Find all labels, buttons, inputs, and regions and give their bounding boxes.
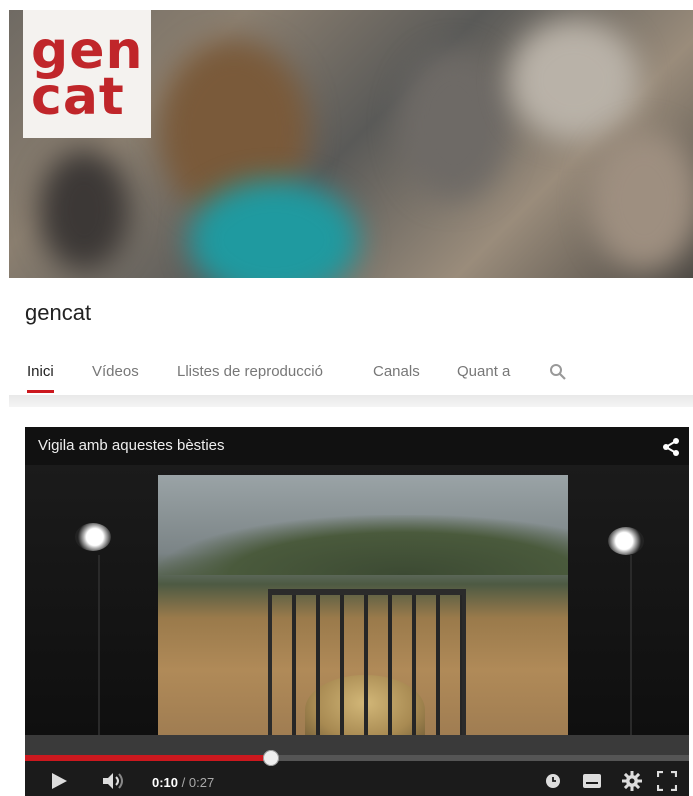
video-player[interactable]: Vigila amb aquestes bèsties 0:10 / 0:27 bbox=[25, 427, 689, 796]
channel-banner: gen cat bbox=[9, 10, 693, 278]
video-title[interactable]: Vigila amb aquestes bèsties bbox=[38, 437, 225, 454]
duration: / 0:27 bbox=[178, 775, 215, 790]
channel-tabs: Inici Vídeos Llistes de reproducció Cana… bbox=[0, 355, 693, 395]
spotlight-right bbox=[608, 527, 644, 555]
player-controls: 0:10 / 0:27 bbox=[25, 750, 689, 796]
video-frame[interactable] bbox=[25, 465, 689, 764]
tabs-divider bbox=[9, 395, 693, 407]
progress-bar[interactable] bbox=[25, 750, 689, 766]
progress-played bbox=[25, 755, 271, 761]
play-icon[interactable] bbox=[49, 771, 69, 791]
tab-videos[interactable]: Vídeos bbox=[92, 363, 139, 390]
clock-icon[interactable] bbox=[545, 773, 561, 789]
fullscreen-icon[interactable] bbox=[657, 771, 677, 791]
gencat-logo[interactable]: gen cat bbox=[23, 10, 151, 138]
gear-icon[interactable] bbox=[622, 771, 642, 791]
current-time: 0:10 bbox=[152, 775, 179, 790]
channel-title: gencat bbox=[25, 300, 92, 325]
logo-line-2: cat bbox=[31, 67, 125, 127]
tab-inici[interactable]: Inici bbox=[27, 363, 54, 393]
volume-icon[interactable] bbox=[101, 772, 127, 790]
captions-icon[interactable] bbox=[583, 774, 601, 788]
progress-scrubber[interactable] bbox=[262, 750, 279, 766]
search-icon[interactable] bbox=[549, 363, 567, 381]
tab-playlists[interactable]: Llistes de reproducció bbox=[177, 363, 323, 390]
share-icon[interactable] bbox=[661, 437, 681, 457]
spotlight-left bbox=[75, 523, 111, 551]
tab-channels[interactable]: Canals bbox=[373, 363, 420, 390]
tab-about[interactable]: Quant a bbox=[457, 363, 510, 390]
time-display: 0:10 / 0:27 bbox=[152, 775, 214, 790]
